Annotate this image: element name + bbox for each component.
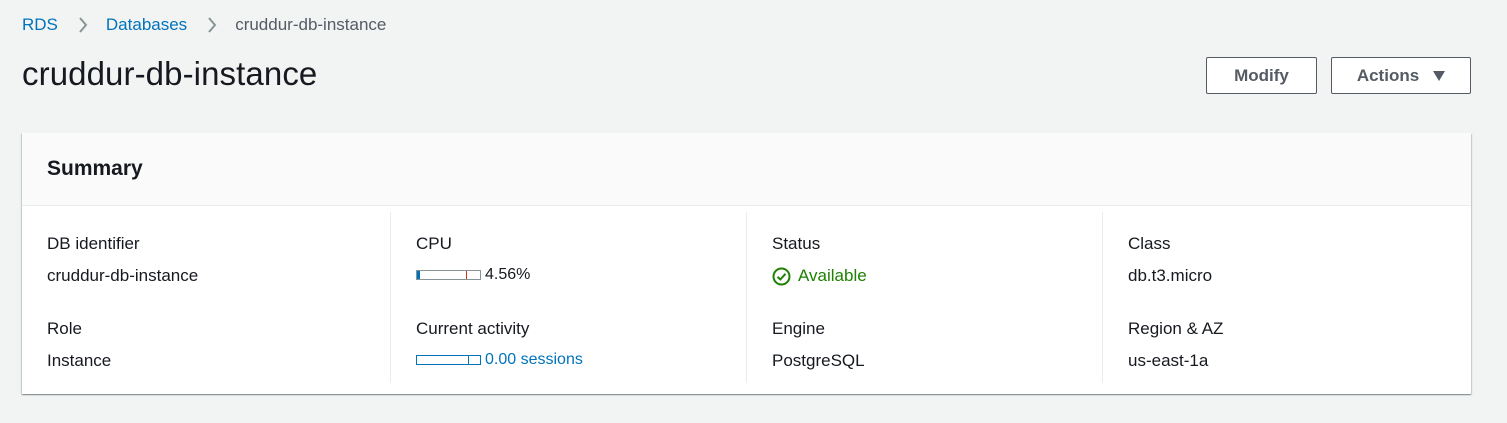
sessions-meter-threshold — [468, 356, 469, 364]
current-activity-value: 0.00 sessions — [416, 351, 583, 369]
caret-down-icon — [1433, 70, 1446, 81]
status-text: Available — [798, 266, 867, 285]
chevron-right-icon — [78, 17, 88, 33]
summary-column-cpu: CPU 4.56% Current activity 0.00 sessions — [390, 212, 746, 383]
sessions-meter — [416, 355, 481, 365]
cpu-percent: 4.56% — [485, 266, 531, 283]
cpu-meter-threshold — [466, 271, 467, 279]
summary-column-class: Class db.t3.micro Region & AZ us-east-1a — [1102, 212, 1458, 383]
summary-column-status: Status Available Engine PostgreSQL — [746, 212, 1102, 383]
role-value: Instance — [47, 351, 112, 370]
cpu-meter — [416, 270, 481, 280]
class-label: Class — [1128, 234, 1171, 253]
modify-button-label: Modify — [1234, 65, 1289, 85]
check-circle-icon — [772, 267, 791, 286]
chevron-right-icon — [207, 17, 217, 33]
summary-title: Summary — [47, 157, 143, 180]
engine-value: PostgreSQL — [772, 351, 865, 370]
db-identifier-label: DB identifier — [47, 234, 140, 253]
cpu-label: CPU — [416, 234, 452, 253]
breadcrumb-rds-link[interactable]: RDS — [22, 15, 58, 35]
breadcrumb-current: cruddur-db-instance — [235, 15, 387, 34]
cpu-value: 4.56% — [416, 266, 530, 284]
summary-body: DB identifier cruddur-db-instance Role I… — [22, 206, 1471, 394]
status-label: Status — [772, 234, 821, 253]
summary-column-identifier: DB identifier cruddur-db-instance Role I… — [22, 212, 378, 383]
region-az-label: Region & AZ — [1128, 319, 1224, 338]
region-az-value: us-east-1a — [1128, 351, 1209, 370]
actions-button-label: Actions — [1356, 65, 1420, 85]
summary-panel: Summary DB identifier cruddur-db-instanc… — [22, 133, 1471, 394]
status-value: Available — [772, 266, 867, 286]
breadcrumb-databases-link[interactable]: Databases — [106, 15, 187, 35]
db-identifier-value: cruddur-db-instance — [47, 266, 199, 285]
class-value: db.t3.micro — [1128, 266, 1213, 285]
current-activity-label: Current activity — [416, 319, 530, 338]
modify-button[interactable]: Modify — [1206, 57, 1317, 94]
actions-dropdown-button[interactable]: Actions — [1331, 57, 1471, 94]
cpu-meter-fill — [417, 271, 420, 279]
summary-header: Summary — [22, 133, 1471, 206]
page-title: cruddur-db-instance — [22, 55, 318, 92]
engine-label: Engine — [772, 319, 825, 338]
sessions-link[interactable]: 0.00 sessions — [485, 351, 583, 369]
role-label: Role — [47, 319, 82, 338]
breadcrumb: RDS Databases cruddur-db-instance — [22, 14, 386, 36]
